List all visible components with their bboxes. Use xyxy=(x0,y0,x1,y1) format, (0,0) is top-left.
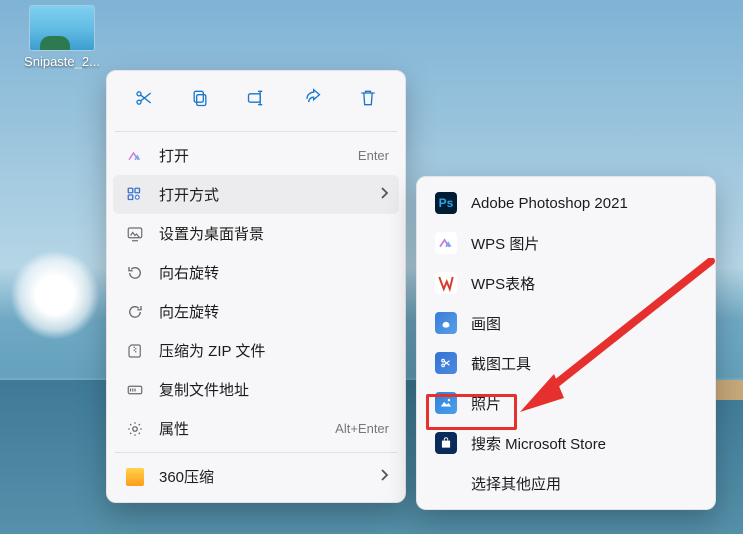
menu-separator xyxy=(115,131,397,132)
photos-icon xyxy=(435,392,457,414)
wps-sheet-icon xyxy=(435,272,457,294)
menu-label: 设置为桌面背景 xyxy=(159,223,389,244)
share-icon xyxy=(302,88,322,112)
submenu-label: 截图工具 xyxy=(471,353,699,374)
submenu-item-photoshop[interactable]: Ps Adobe Photoshop 2021 xyxy=(423,183,709,223)
file-label: Snipaste_2... xyxy=(24,54,100,69)
menu-item-properties[interactable]: 属性 Alt+Enter xyxy=(113,409,399,448)
rename-icon xyxy=(246,88,266,112)
file-thumbnail xyxy=(30,6,94,50)
delete-button[interactable] xyxy=(343,83,393,117)
submenu-label: WPS表格 xyxy=(471,273,699,294)
menu-label: 360压缩 xyxy=(159,466,365,487)
submenu-item-snipping[interactable]: 截图工具 xyxy=(423,343,709,383)
cut-button[interactable] xyxy=(119,83,169,117)
copy-path-icon xyxy=(125,380,145,400)
submenu-item-photos[interactable]: 照片 xyxy=(423,383,709,423)
menu-label: 打开 xyxy=(159,145,344,166)
store-icon xyxy=(435,432,457,454)
menu-label: 复制文件地址 xyxy=(159,379,389,400)
chevron-right-icon xyxy=(379,186,389,204)
snipping-icon xyxy=(435,352,457,374)
chevron-right-icon xyxy=(379,468,389,486)
submenu-label: 选择其他应用 xyxy=(471,473,699,494)
copy-button[interactable] xyxy=(175,83,225,117)
scissors-icon xyxy=(134,88,154,112)
menu-label: 向左旋转 xyxy=(159,301,389,322)
wps-image-icon xyxy=(435,232,457,254)
trash-icon xyxy=(358,88,378,112)
properties-icon xyxy=(125,419,145,439)
context-menu: 打开 Enter 打开方式 设置为桌面背景 向右旋转 向左旋转 压缩为 ZIP xyxy=(106,70,406,503)
submenu-label: WPS 图片 xyxy=(471,233,699,254)
submenu-item-wps-sheet[interactable]: WPS表格 xyxy=(423,263,709,303)
menu-item-360zip[interactable]: 360压缩 xyxy=(113,457,399,496)
menu-item-open-with[interactable]: 打开方式 xyxy=(113,175,399,214)
menu-separator xyxy=(115,452,397,453)
zip360-icon xyxy=(125,467,145,487)
submenu-item-search-store[interactable]: 搜索 Microsoft Store xyxy=(423,423,709,463)
menu-item-copy-path[interactable]: 复制文件地址 xyxy=(113,370,399,409)
menu-item-open[interactable]: 打开 Enter xyxy=(113,136,399,175)
menu-label: 向右旋转 xyxy=(159,262,389,283)
open-with-submenu: Ps Adobe Photoshop 2021 WPS 图片 WPS表格 画图 … xyxy=(416,176,716,510)
rename-button[interactable] xyxy=(231,83,281,117)
menu-label: 打开方式 xyxy=(159,184,365,205)
paint-icon xyxy=(435,312,457,334)
desktop-file-icon[interactable]: Snipaste_2... xyxy=(18,6,106,69)
menu-shortcut: Alt+Enter xyxy=(335,421,389,436)
open-icon xyxy=(125,146,145,166)
menu-item-rotate-left[interactable]: 向左旋转 xyxy=(113,292,399,331)
share-button[interactable] xyxy=(287,83,337,117)
menu-shortcut: Enter xyxy=(358,148,389,163)
wallpaper-icon xyxy=(125,224,145,244)
empty-icon xyxy=(435,472,457,494)
submenu-item-choose-other[interactable]: 选择其他应用 xyxy=(423,463,709,503)
submenu-label: 搜索 Microsoft Store xyxy=(471,433,699,454)
open-with-icon xyxy=(125,185,145,205)
submenu-label: 画图 xyxy=(471,313,699,334)
menu-item-set-wallpaper[interactable]: 设置为桌面背景 xyxy=(113,214,399,253)
menu-item-compress-zip[interactable]: 压缩为 ZIP 文件 xyxy=(113,331,399,370)
submenu-item-wps-image[interactable]: WPS 图片 xyxy=(423,223,709,263)
context-toolbar xyxy=(113,79,399,127)
submenu-label: 照片 xyxy=(471,393,699,414)
menu-label: 压缩为 ZIP 文件 xyxy=(159,340,389,361)
photoshop-icon: Ps xyxy=(435,192,457,214)
submenu-label: Adobe Photoshop 2021 xyxy=(471,195,699,212)
zip-icon xyxy=(125,341,145,361)
wallpaper-sun xyxy=(10,250,100,340)
rotate-right-icon xyxy=(125,263,145,283)
submenu-item-paint[interactable]: 画图 xyxy=(423,303,709,343)
menu-item-rotate-right[interactable]: 向右旋转 xyxy=(113,253,399,292)
rotate-left-icon xyxy=(125,302,145,322)
copy-icon xyxy=(190,88,210,112)
menu-label: 属性 xyxy=(159,418,321,439)
